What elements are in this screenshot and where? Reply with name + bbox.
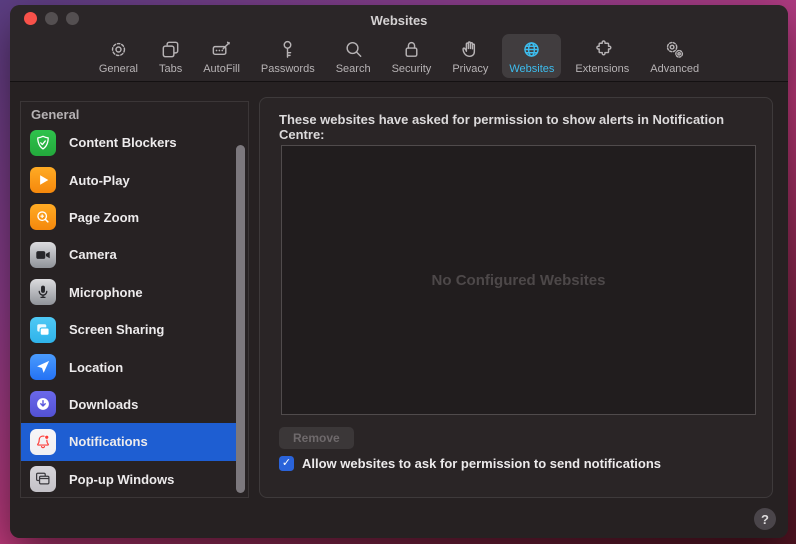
toolbar-item-label: Search [335, 63, 371, 75]
zoom-plus-icon [30, 204, 56, 231]
sidebar-item-screen-sharing[interactable]: Screen Sharing [21, 311, 236, 348]
microphone-icon [30, 279, 56, 306]
sidebar-item-microphone[interactable]: Microphone [21, 274, 236, 311]
sidebar-item-label: Screen Sharing [69, 322, 165, 338]
toolbar-item-privacy[interactable]: Privacy [445, 34, 495, 78]
sidebar-list: Content Blockers Auto-Play Page Zoom Camera… [21, 124, 248, 498]
sidebar-item-label: Notifications [69, 434, 148, 450]
toolbar-item-extensions[interactable]: Extensions [568, 34, 636, 78]
sidebar-item-downloads[interactable]: Downloads [21, 386, 236, 423]
toolbar-item-label: Extensions [575, 63, 630, 75]
bell-icon [30, 428, 56, 455]
screens-icon [30, 316, 56, 343]
sidebar-item-label: Microphone [69, 284, 143, 300]
remove-button[interactable]: Remove [279, 427, 354, 449]
toolbar-item-tabs[interactable]: Tabs [152, 34, 189, 78]
location-arrow-icon [30, 354, 56, 381]
gear-icon [107, 38, 130, 61]
toolbar-item-label: Advanced [650, 63, 700, 75]
sidebar-item-content-blockers[interactable]: Content Blockers [21, 124, 236, 161]
sidebar-item-camera[interactable]: Camera [21, 236, 236, 273]
toolbar-item-security[interactable]: Security [385, 34, 439, 78]
popup-windows-icon [30, 466, 56, 493]
puzzle-icon [591, 38, 614, 61]
toolbar-item-label: Security [391, 63, 432, 75]
toolbar-item-label: General [98, 63, 138, 75]
sidebar-item-label: Auto-Play [69, 172, 130, 188]
tabs-icon [159, 38, 182, 61]
toolbar-item-passwords[interactable]: Passwords [254, 34, 322, 78]
sidebar-item-location[interactable]: Location [21, 348, 236, 385]
preferences-toolbar: General Tabs AutoFill Passwords Search Securi… [10, 29, 788, 78]
sidebar-item-label: Location [69, 359, 124, 375]
titlebar[interactable]: Websites [10, 5, 788, 29]
toolbar-item-label: Privacy [452, 63, 489, 75]
toolbar-item-label: AutoFill [203, 63, 240, 75]
close-button[interactable] [24, 12, 37, 25]
hand-icon [459, 38, 482, 61]
sidebar-item-pop-up-windows[interactable]: Pop-up Windows [21, 461, 236, 498]
sidebar-item-label: Page Zoom [69, 209, 140, 225]
sidebar-section-header: General [31, 107, 80, 122]
gears-icon [663, 38, 686, 61]
toolbar-item-label: Passwords [260, 63, 315, 75]
video-camera-icon [30, 241, 56, 268]
autofill-icon [210, 38, 233, 61]
safari-preferences-window: Websites General Tabs AutoFill Passwords Sea… [10, 5, 788, 538]
help-button[interactable]: ? [754, 508, 776, 530]
permission-description: These websites have asked for permission… [279, 112, 725, 142]
sidebar-scrollbar[interactable] [236, 145, 245, 493]
download-circle-icon [30, 391, 56, 418]
allow-notifications-checkbox[interactable]: ✓ [279, 456, 294, 471]
sidebar-item-auto-play[interactable]: Auto-Play [21, 161, 236, 198]
toolbar-item-search[interactable]: Search [329, 34, 378, 78]
checkmark-icon: ✓ [281, 457, 292, 469]
toolbar-item-label: Tabs [158, 63, 183, 75]
play-icon [30, 167, 56, 194]
window-title: Websites [370, 12, 428, 28]
search-icon [342, 38, 365, 61]
shield-check-icon [30, 129, 56, 156]
content-area: General Content Blockers Auto-Play Page Zo… [10, 82, 788, 538]
allow-notifications-row: ✓ Allow websites to ask for permission t… [279, 456, 661, 471]
sidebar-item-label: Downloads [69, 396, 139, 412]
key-icon [276, 38, 299, 61]
sidebar-item-page-zoom[interactable]: Page Zoom [21, 199, 236, 236]
zoom-button[interactable] [66, 12, 79, 25]
sidebar-item-label: Pop-up Windows [69, 471, 175, 487]
toolbar-item-websites[interactable]: Websites [502, 34, 562, 78]
toolbar-item-advanced[interactable]: Advanced [643, 34, 706, 78]
empty-state-text: No Configured Websites [431, 271, 606, 289]
configured-websites-list: No Configured Websites [281, 145, 756, 415]
traffic-lights [24, 12, 79, 25]
websites-sidebar: General Content Blockers Auto-Play Page Zo… [20, 101, 249, 498]
toolbar-item-general[interactable]: General [92, 34, 145, 78]
sidebar-item-label: Content Blockers [69, 135, 177, 151]
sidebar-item-label: Camera [69, 247, 117, 263]
notifications-panel: These websites have asked for permission… [259, 97, 773, 498]
sidebar-item-notifications[interactable]: Notifications [21, 423, 236, 461]
window-chrome: Websites General Tabs AutoFill Passwords Sea… [10, 5, 788, 82]
minimize-button[interactable] [45, 12, 58, 25]
allow-notifications-label: Allow websites to ask for permission to … [302, 456, 662, 471]
globe-icon [520, 38, 543, 61]
toolbar-item-label: Websites [509, 63, 555, 75]
toolbar-item-autofill[interactable]: AutoFill [196, 34, 247, 78]
lock-icon [400, 38, 423, 61]
